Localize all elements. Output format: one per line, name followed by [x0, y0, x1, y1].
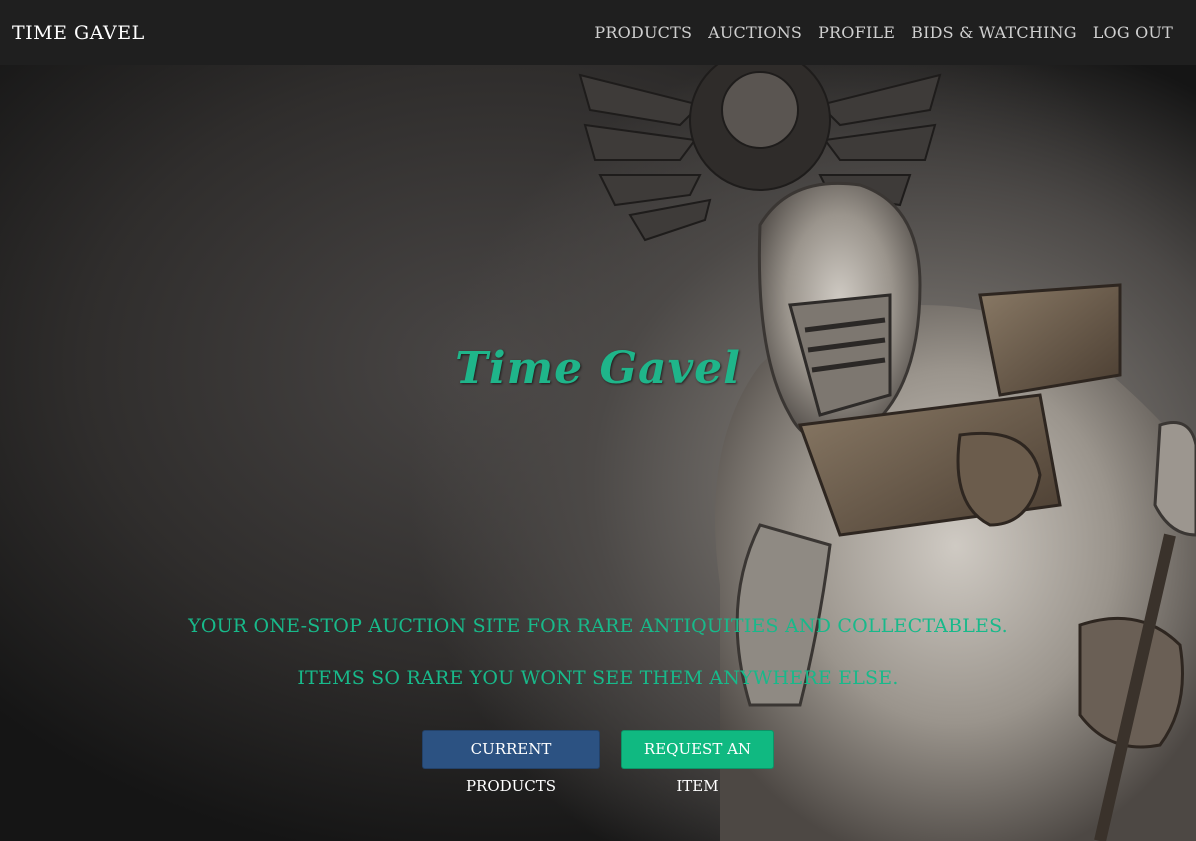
nav-link-log-out[interactable]: Log Out [1093, 23, 1173, 42]
hero-content: Time Gavel Your one-stop auction site fo… [0, 65, 1196, 841]
nav-link-products[interactable]: Products [594, 23, 692, 42]
brand-logo[interactable]: Time Gavel [12, 22, 145, 44]
nav-link-auctions[interactable]: Auctions [708, 23, 802, 42]
nav-link-profile[interactable]: Profile [818, 23, 895, 42]
hero-title: Time Gavel [455, 343, 741, 394]
hero-section: Time Gavel Your one-stop auction site fo… [0, 65, 1196, 841]
nav-link-bids-watching[interactable]: Bids & Watching [911, 23, 1077, 42]
nav-links: Products Auctions Profile Bids & Watchin… [594, 23, 1173, 42]
hero-tagline-secondary: Items so rare you wont see them anywhere… [297, 667, 899, 689]
hero-tagline-primary: Your one-stop auction site for rare anti… [188, 615, 1008, 637]
request-item-button[interactable]: Request an Item [621, 730, 774, 795]
hero-buttons: Current Products Request an Item [0, 730, 1196, 795]
current-products-button[interactable]: Current Products [422, 730, 600, 795]
top-navbar: Time Gavel Products Auctions Profile Bid… [0, 0, 1196, 65]
